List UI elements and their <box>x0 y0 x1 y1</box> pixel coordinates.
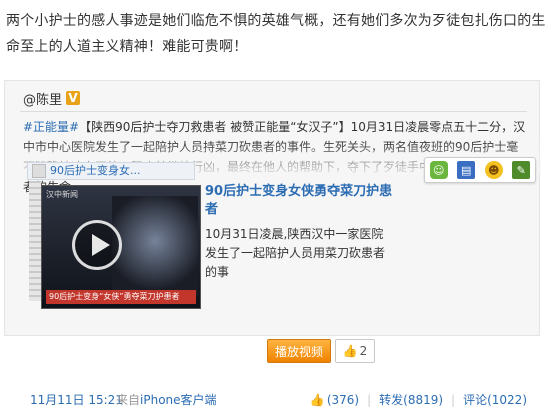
emoji-toolbar: ☺ ▤ ☻ ✎ <box>424 157 536 183</box>
yellow-face-icon[interactable]: ☻ <box>484 161 503 179</box>
like-action[interactable]: 👍 (376) <box>302 393 367 407</box>
repost-card: @陈里 V #正能量#【陕西90后护士夺刀救患者 被赞正能量“女汉子”】10月3… <box>4 80 541 407</box>
play-video-button[interactable]: 播放视频 <box>267 339 331 363</box>
thumbnail-logo: 汉中新闻 <box>46 190 78 199</box>
video-like-button[interactable]: 👍 2 <box>335 339 375 363</box>
video-tab-icon <box>32 164 46 178</box>
source-link[interactable]: iPhone客户端 <box>140 393 217 407</box>
like-count: (376) <box>326 392 360 407</box>
comment-action[interactable]: 评论(1022) <box>455 391 535 408</box>
video-card-tab[interactable]: 90后护士变身女... <box>27 162 195 180</box>
header-divider <box>20 111 527 112</box>
green-smiley-icon[interactable]: ☺ <box>429 161 448 179</box>
source-prefix: 来自 <box>116 393 141 407</box>
post-source: 来自iPhone客户端 <box>116 391 217 408</box>
repost-action[interactable]: 转发(8819) <box>371 391 451 408</box>
blue-disk-icon[interactable]: ▤ <box>457 161 476 179</box>
thumbnail-strip <box>29 181 41 301</box>
post-text: 两个小护士的感人事迹是她们临危不惧的英雄气概，还有她们多次为歹徒包扎伤口的生命至… <box>6 13 546 55</box>
video-like-count: 2 <box>359 344 368 358</box>
verified-badge-icon: V <box>66 91 81 105</box>
video-info: 90后护士变身女侠勇夺菜刀护患者 10月31日凌晨,陕西汉中一家医院发生了一起陪… <box>205 181 405 282</box>
green-leaf-icon[interactable]: ✎ <box>512 161 531 179</box>
thumbnail-caption: 90后护士变身“女侠”勇夺菜刀护患者 <box>46 290 196 304</box>
thumb-up-icon: 👍 <box>342 344 358 358</box>
video-card-tab-label: 90后护士变身女... <box>50 164 141 177</box>
play-icon[interactable] <box>72 220 122 270</box>
thumbnail-background <box>112 196 198 296</box>
footer-actions: 👍 (376) | 转发(8819) | 评论(1022) <box>302 391 535 408</box>
repost-footer: 11月11日 15:21 来自iPhone客户端 👍 (376) | 转发(881… <box>30 391 545 411</box>
video-title[interactable]: 90后护士变身女侠勇夺菜刀护患者 <box>205 183 405 219</box>
video-thumbnail[interactable]: 汉中新闻 90后护士变身“女侠”勇夺菜刀护患者 <box>41 185 201 309</box>
like-icon: 👍 <box>309 392 325 407</box>
author-link[interactable]: @陈里 <box>23 89 62 108</box>
video-description: 10月31日凌晨,陕西汉中一家医院发生了一起陪护人员用菜刀砍患者的事 <box>205 227 386 279</box>
topic-link[interactable]: #正能量# <box>23 120 79 134</box>
post-time[interactable]: 11月11日 15:21 <box>30 391 123 408</box>
repost-header: @陈里 V <box>23 87 81 109</box>
